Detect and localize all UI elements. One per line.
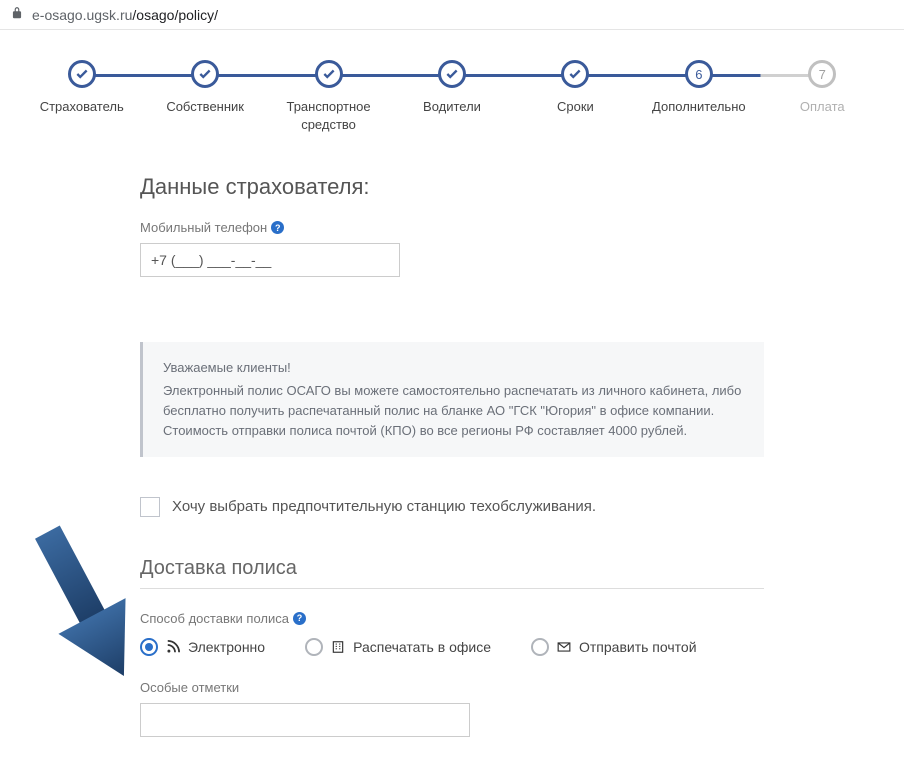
step-payment: 7 Оплата <box>761 60 884 116</box>
check-icon <box>191 60 219 88</box>
step-vehicle[interactable]: Транспортное средство <box>267 60 390 134</box>
checkbox-icon[interactable] <box>140 497 160 517</box>
step-insurer[interactable]: Страхователь <box>20 60 143 116</box>
step-number: 7 <box>808 60 836 88</box>
rss-icon <box>166 640 180 654</box>
envelope-icon <box>557 640 571 654</box>
delivery-options: Электронно Распечатать в офисе Отправить… <box>140 638 764 656</box>
radio-electronic[interactable]: Электронно <box>140 638 265 656</box>
url-text[interactable]: e-osago.ugsk.ru/osago/policy/ <box>32 7 218 23</box>
radio-icon <box>305 638 323 656</box>
radio-mail[interactable]: Отправить почтой <box>531 638 697 656</box>
step-drivers[interactable]: Водители <box>390 60 513 116</box>
check-icon <box>68 60 96 88</box>
radio-office[interactable]: Распечатать в офисе <box>305 638 491 656</box>
building-icon <box>331 640 345 654</box>
check-icon <box>438 60 466 88</box>
section-title-delivery: Доставка полиса <box>140 557 764 589</box>
lock-icon <box>10 6 24 23</box>
delivery-method-label: Способ доставки полиса ? <box>140 611 764 626</box>
help-icon[interactable]: ? <box>271 221 284 234</box>
radio-icon <box>531 638 549 656</box>
check-icon <box>315 60 343 88</box>
checkbox-station[interactable]: Хочу выбрать предпочтительную станцию те… <box>140 497 764 517</box>
checkbox-label: Хочу выбрать предпочтительную станцию те… <box>172 498 596 515</box>
step-additional[interactable]: 6 Дополнительно <box>637 60 760 116</box>
check-icon <box>561 60 589 88</box>
step-number: 6 <box>685 60 713 88</box>
notes-label: Особые отметки <box>140 680 764 695</box>
stepper: Страхователь Собственник Транспортное ср… <box>0 30 904 154</box>
notes-input[interactable] <box>140 703 470 737</box>
phone-label: Мобильный телефон ? <box>140 220 764 235</box>
section-title-insurer: Данные страхователя: <box>140 174 764 200</box>
url-bar: e-osago.ugsk.ru/osago/policy/ <box>0 0 904 30</box>
help-icon[interactable]: ? <box>293 612 306 625</box>
info-box: Уважаемые клиенты! Электронный полис ОСА… <box>140 342 764 457</box>
step-terms[interactable]: Сроки <box>514 60 637 116</box>
phone-input[interactable] <box>140 243 400 277</box>
step-owner[interactable]: Собственник <box>143 60 266 116</box>
radio-icon <box>140 638 158 656</box>
